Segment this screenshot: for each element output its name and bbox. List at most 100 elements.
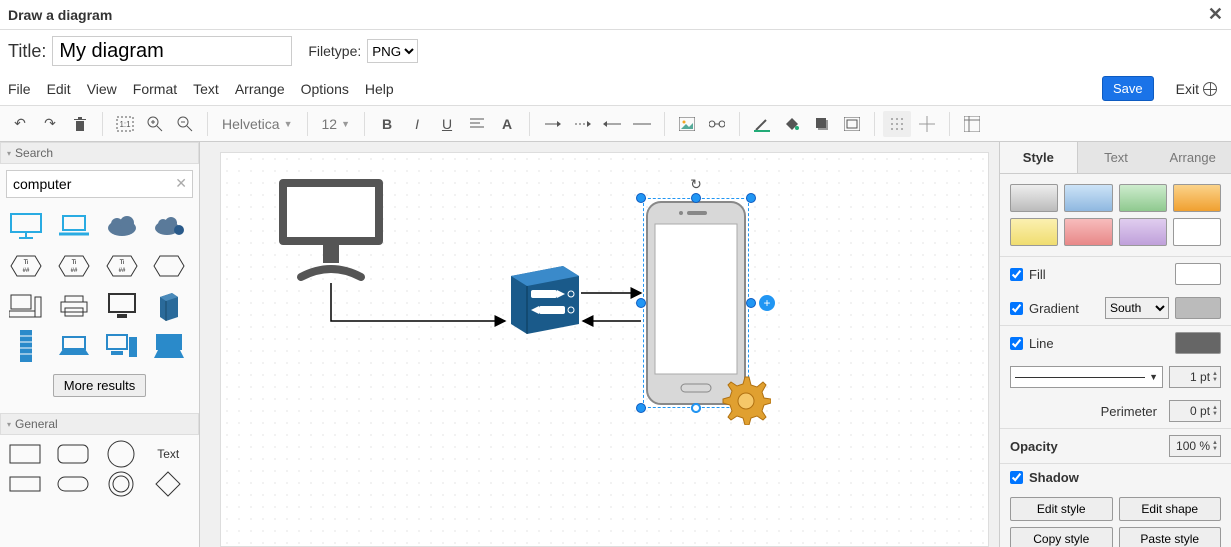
filetype-select[interactable]: PNG (367, 39, 418, 63)
general-section-header[interactable]: ▾General (0, 413, 199, 435)
line-color-button[interactable] (1175, 332, 1221, 354)
menu-text[interactable]: Text (193, 81, 219, 97)
save-button[interactable]: Save (1102, 76, 1154, 101)
menu-options[interactable]: Options (301, 81, 349, 97)
fill-color-icon[interactable] (778, 111, 806, 137)
shape-rack[interactable] (6, 328, 46, 364)
rotate-handle-icon[interactable]: ↻ (690, 176, 702, 193)
shadow-icon[interactable] (808, 111, 836, 137)
clear-search-icon[interactable]: ✕ (175, 175, 187, 192)
fill-checkbox[interactable] (1010, 268, 1023, 281)
gradient-direction-select[interactable]: South (1105, 297, 1169, 319)
color-gray[interactable] (1010, 184, 1058, 212)
stroke-color-icon[interactable] (748, 111, 776, 137)
shape-terminal-blue[interactable] (149, 328, 189, 364)
canvas-monitor[interactable] (271, 173, 391, 283)
undo-icon[interactable]: ↶ (6, 111, 34, 137)
menu-file[interactable]: File (8, 81, 31, 97)
grid-dots-icon[interactable] (883, 111, 911, 137)
menu-format[interactable]: Format (133, 81, 177, 97)
image-icon[interactable] (673, 111, 701, 137)
shape-monitor-flat[interactable] (6, 208, 46, 244)
more-results-button[interactable]: More results (53, 374, 147, 397)
color-blue[interactable] (1064, 184, 1112, 212)
shape-pc[interactable] (102, 288, 142, 324)
shape-workstation[interactable] (6, 288, 46, 324)
shape-cloud-dark[interactable] (102, 208, 142, 244)
underline-icon[interactable]: U (433, 111, 461, 137)
delete-icon[interactable] (66, 111, 94, 137)
redo-icon[interactable]: ↷ (36, 111, 64, 137)
shape-diamond[interactable] (149, 471, 187, 497)
font-color-icon[interactable]: A (493, 111, 521, 137)
shape-circle-ring[interactable] (102, 471, 140, 497)
gradient-color-button[interactable] (1175, 297, 1221, 319)
tab-style[interactable]: Style (1000, 142, 1078, 173)
shadow-checkbox[interactable] (1010, 471, 1023, 484)
shape-hex-4[interactable] (149, 248, 189, 284)
color-orange[interactable] (1173, 184, 1221, 212)
exit-button[interactable]: Exit (1170, 77, 1223, 101)
align-icon[interactable] (463, 111, 491, 137)
menu-arrange[interactable]: Arrange (235, 81, 285, 97)
color-purple[interactable] (1119, 218, 1167, 246)
link-icon[interactable] (703, 111, 731, 137)
shape-circle-big[interactable] (102, 441, 140, 467)
search-input[interactable] (6, 170, 193, 198)
container-icon[interactable] (838, 111, 866, 137)
edit-shape-button[interactable]: Edit shape (1119, 497, 1222, 521)
color-green[interactable] (1119, 184, 1167, 212)
shape-rect[interactable] (6, 441, 44, 467)
line-width-input[interactable]: 1 pt▲▼ (1169, 366, 1221, 388)
canvas-gear[interactable] (719, 373, 771, 425)
fit-icon[interactable]: 1:1 (111, 111, 139, 137)
zoom-out-icon[interactable] (171, 111, 199, 137)
shape-hex-3[interactable]: Ti## (102, 248, 142, 284)
menu-edit[interactable]: Edit (47, 81, 71, 97)
menu-help[interactable]: Help (365, 81, 394, 97)
italic-icon[interactable]: I (403, 111, 431, 137)
tab-text[interactable]: Text (1078, 142, 1155, 173)
connector-2-icon[interactable] (568, 111, 596, 137)
shape-roundrect2[interactable] (54, 471, 92, 497)
shape-server-3d[interactable] (149, 288, 189, 324)
zoom-in-icon[interactable] (141, 111, 169, 137)
shape-text[interactable]: Text (149, 441, 187, 467)
color-white[interactable] (1173, 218, 1221, 246)
shape-laptop-flat[interactable] (54, 208, 94, 244)
shape-rect2[interactable] (6, 471, 44, 497)
color-red[interactable] (1064, 218, 1112, 246)
paste-style-button[interactable]: Paste style (1119, 527, 1222, 547)
copy-style-button[interactable]: Copy style (1010, 527, 1113, 547)
canvas-switch[interactable] (501, 266, 581, 336)
canvas[interactable]: ↻ + (220, 152, 989, 547)
connector-4-icon[interactable] (628, 111, 656, 137)
tab-arrange[interactable]: Arrange (1154, 142, 1231, 173)
connector-1-icon[interactable] (538, 111, 566, 137)
fill-color-button[interactable] (1175, 263, 1221, 285)
close-icon[interactable]: ✕ (1208, 4, 1223, 25)
shape-hex-2[interactable]: Ti## (54, 248, 94, 284)
add-connection-icon[interactable]: + (759, 295, 775, 311)
title-input[interactable] (52, 36, 292, 66)
perimeter-input[interactable]: 0 pt▲▼ (1169, 400, 1221, 422)
line-checkbox[interactable] (1010, 337, 1023, 350)
gradient-checkbox[interactable] (1010, 302, 1023, 315)
bold-icon[interactable]: B (373, 111, 401, 137)
menu-view[interactable]: View (87, 81, 117, 97)
line-style-select[interactable]: ▼ (1010, 366, 1163, 388)
shape-hex-1[interactable]: Ti## (6, 248, 46, 284)
shape-printer[interactable] (54, 288, 94, 324)
shape-cloud-gear[interactable] (149, 208, 189, 244)
search-section-header[interactable]: ▾Search (0, 142, 199, 164)
shape-desktop-blue[interactable] (102, 328, 142, 364)
opacity-input[interactable]: 100 %▲▼ (1169, 435, 1221, 457)
fontsize-select[interactable]: 12▼ (316, 112, 357, 136)
connector-3-icon[interactable] (598, 111, 626, 137)
shape-roundrect[interactable] (54, 441, 92, 467)
edit-style-button[interactable]: Edit style (1010, 497, 1113, 521)
color-yellow[interactable] (1010, 218, 1058, 246)
layout-icon[interactable] (958, 111, 986, 137)
font-select[interactable]: Helvetica▼ (216, 112, 299, 136)
shape-laptop-blue[interactable] (54, 328, 94, 364)
